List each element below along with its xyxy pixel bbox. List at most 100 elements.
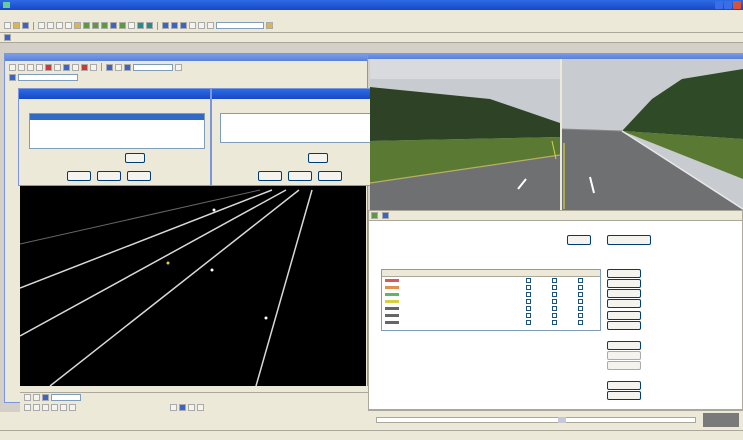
pan-icon[interactable] — [189, 22, 196, 29]
forward-icon[interactable] — [92, 22, 99, 29]
lock-checkbox[interactable] — [578, 285, 583, 290]
filter-icon[interactable] — [207, 22, 214, 29]
first-frame-icon[interactable] — [24, 403, 31, 411]
feature-table[interactable] — [381, 269, 601, 331]
side-button[interactable] — [607, 351, 641, 360]
select-checkbox[interactable] — [552, 278, 557, 283]
last-frame-icon[interactable] — [69, 403, 76, 411]
visible-checkbox[interactable] — [526, 306, 531, 311]
scroll-thumb[interactable] — [558, 417, 566, 423]
new-icon[interactable] — [4, 22, 11, 29]
column-header[interactable] — [382, 270, 441, 276]
measure-icon[interactable] — [188, 403, 195, 411]
top-button-2[interactable] — [607, 235, 651, 245]
select-checkbox[interactable] — [552, 299, 557, 304]
dialog-b-button-2[interactable] — [288, 171, 312, 181]
layer-combo[interactable] — [216, 22, 264, 29]
grid-icon[interactable] — [110, 22, 117, 29]
view-icon[interactable] — [162, 22, 169, 29]
side-button[interactable] — [607, 381, 641, 390]
pointer-icon[interactable] — [90, 63, 97, 71]
play-icon[interactable] — [83, 22, 90, 29]
frame-combo[interactable] — [51, 394, 81, 401]
hand-icon[interactable] — [18, 63, 25, 71]
select-icon[interactable] — [128, 22, 135, 29]
side-button[interactable] — [607, 311, 641, 320]
pin-icon[interactable] — [175, 63, 182, 71]
lock-checkbox[interactable] — [578, 278, 583, 283]
top-button-1[interactable] — [567, 235, 591, 245]
profile-icon[interactable] — [146, 22, 153, 29]
zoom-icon[interactable] — [74, 22, 81, 29]
side-button[interactable] — [607, 299, 641, 308]
paste-icon[interactable] — [56, 22, 63, 29]
zoom-icon[interactable] — [170, 403, 177, 411]
lock-checkbox[interactable] — [578, 306, 583, 311]
view-top-icon[interactable] — [106, 63, 113, 71]
side-button[interactable] — [607, 391, 641, 400]
document-icon[interactable] — [4, 34, 11, 41]
visible-checkbox[interactable] — [526, 313, 531, 318]
step-back-icon[interactable] — [33, 403, 40, 411]
point-cloud-view[interactable] — [20, 186, 366, 386]
lock-checkbox[interactable] — [578, 292, 583, 297]
select-checkbox[interactable] — [552, 285, 557, 290]
play-icon[interactable] — [51, 403, 58, 411]
link-icon[interactable] — [9, 73, 16, 81]
minimize-button[interactable] — [715, 1, 723, 9]
table-row[interactable] — [382, 298, 600, 305]
next-icon[interactable] — [101, 22, 108, 29]
lock-checkbox[interactable] — [578, 299, 583, 304]
column-header[interactable] — [441, 270, 520, 276]
step-fwd-icon[interactable] — [60, 403, 67, 411]
side-button[interactable] — [607, 279, 641, 288]
settings-icon[interactable] — [197, 403, 204, 411]
column-header[interactable] — [547, 270, 571, 276]
view-3d-icon[interactable] — [124, 63, 131, 71]
next-icon[interactable] — [33, 394, 40, 401]
dialog-b-button-1[interactable] — [258, 171, 282, 181]
lock-checkbox[interactable] — [578, 313, 583, 318]
fit-icon[interactable] — [54, 63, 61, 71]
road-image-left[interactable] — [370, 59, 560, 210]
prev-icon[interactable] — [24, 394, 31, 401]
visible-checkbox[interactable] — [526, 278, 531, 283]
side-button[interactable] — [607, 321, 641, 330]
table-row[interactable] — [382, 284, 600, 291]
visible-checkbox[interactable] — [526, 320, 531, 325]
layer-toggle-icon[interactable] — [42, 394, 49, 401]
list-item[interactable] — [221, 132, 377, 138]
side-button[interactable] — [607, 269, 641, 278]
tile-icon[interactable] — [180, 22, 187, 29]
rotate-icon[interactable] — [72, 63, 79, 71]
table-row[interactable] — [382, 312, 600, 319]
select-checkbox[interactable] — [552, 292, 557, 297]
view-side-icon[interactable] — [115, 63, 122, 71]
lock-checkbox[interactable] — [578, 320, 583, 325]
camera-icon[interactable] — [63, 63, 70, 71]
dialog-a-button-1[interactable] — [67, 171, 91, 181]
visible-checkbox[interactable] — [526, 285, 531, 290]
table-row[interactable] — [382, 277, 600, 284]
dialog-a-browse-button[interactable] — [125, 153, 145, 163]
copy-icon[interactable] — [47, 22, 54, 29]
visible-checkbox[interactable] — [526, 292, 531, 297]
dialog-b-browse-button[interactable] — [308, 153, 328, 163]
road-image-right[interactable] — [562, 59, 743, 210]
close-button[interactable] — [733, 1, 741, 9]
table-row[interactable] — [382, 319, 600, 326]
split-icon[interactable] — [171, 22, 178, 29]
select-checkbox[interactable] — [552, 313, 557, 318]
column-header[interactable] — [570, 270, 600, 276]
save-icon[interactable] — [22, 22, 29, 29]
arrow-icon[interactable] — [9, 63, 16, 71]
settings-icon[interactable] — [266, 22, 273, 29]
pane-sub-combo[interactable] — [18, 73, 78, 81]
select-checkbox[interactable] — [552, 320, 557, 325]
record-icon[interactable] — [45, 63, 52, 71]
side-button[interactable] — [607, 289, 641, 298]
side-button[interactable] — [607, 341, 641, 350]
zoom-out-icon[interactable] — [36, 63, 43, 71]
layer-icon[interactable] — [119, 22, 126, 29]
rotate-icon[interactable] — [198, 22, 205, 29]
